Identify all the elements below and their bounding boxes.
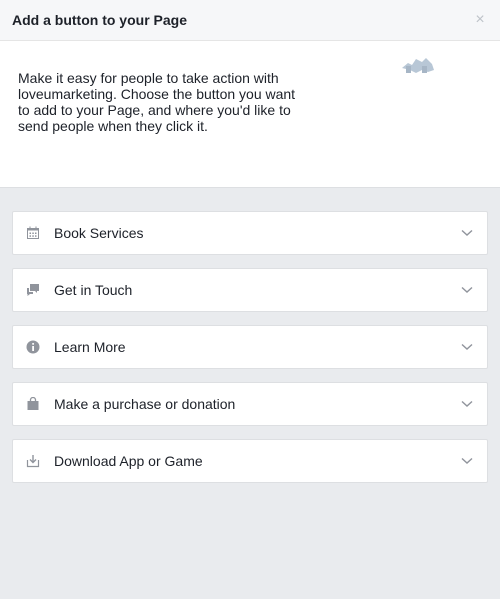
add-button-dialog: Add a button to your Page × Make it easy… [0, 0, 500, 599]
close-icon[interactable]: × [472, 12, 488, 28]
illustration-icon [402, 58, 434, 73]
option-book-services[interactable]: Book Services [12, 211, 488, 255]
chat-icon [26, 283, 40, 297]
option-label: Book Services [54, 225, 144, 241]
option-label: Learn More [54, 339, 126, 355]
dialog-title: Add a button to your Page [12, 12, 187, 28]
option-get-in-touch[interactable]: Get in Touch [12, 268, 488, 312]
options-list: Book Services Get in Touch Learn More Ma… [0, 188, 500, 483]
calendar-icon [26, 226, 40, 240]
chevron-down-icon [461, 457, 473, 465]
option-label: Get in Touch [54, 282, 133, 298]
info-icon [26, 340, 40, 354]
chevron-down-icon [461, 286, 473, 294]
option-learn-more[interactable]: Learn More [12, 325, 488, 369]
chevron-down-icon [461, 343, 473, 351]
shopping-bag-icon [26, 397, 40, 411]
option-label: Make a purchase or donation [54, 396, 236, 412]
chevron-down-icon [461, 400, 473, 408]
intro-text: Make it easy for people to take action w… [18, 70, 296, 134]
option-label: Download App or Game [54, 453, 203, 469]
option-make-purchase[interactable]: Make a purchase or donation [12, 382, 488, 426]
option-download-app[interactable]: Download App or Game [12, 439, 488, 483]
download-icon [26, 454, 40, 468]
chevron-down-icon [461, 229, 473, 237]
dialog-header: Add a button to your Page × [0, 0, 500, 41]
intro-section: Make it easy for people to take action w… [0, 41, 500, 188]
